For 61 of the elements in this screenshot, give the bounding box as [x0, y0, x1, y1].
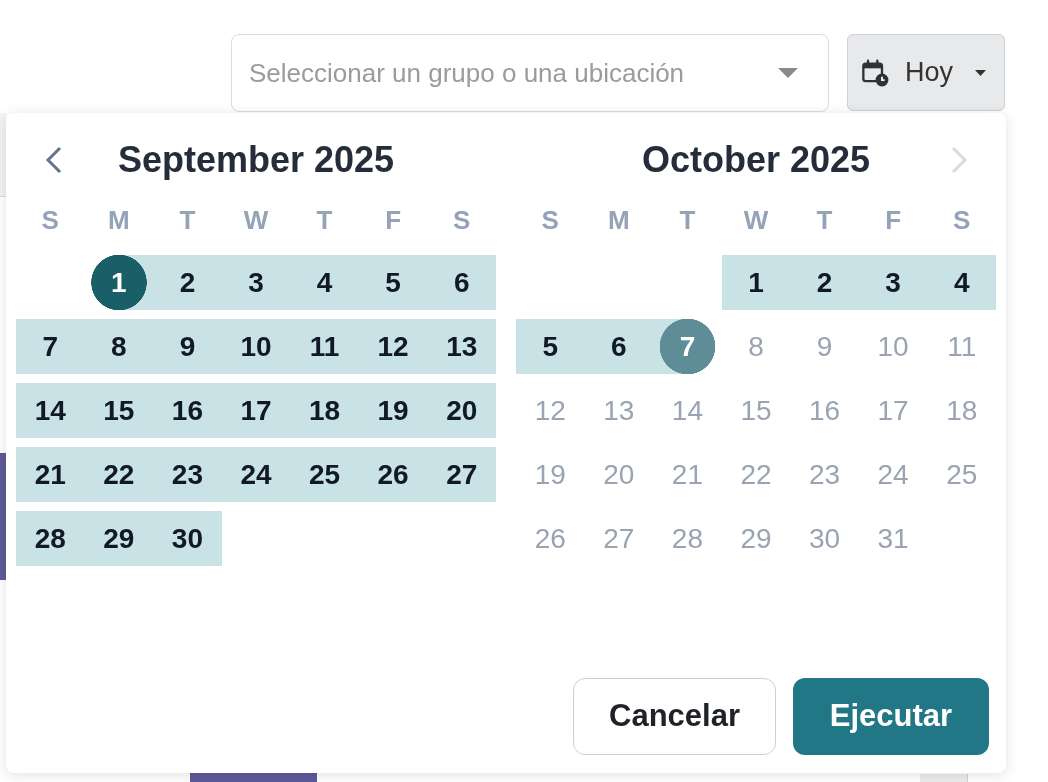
weekday-label: T — [179, 207, 196, 233]
calendar-day[interactable]: 25 — [290, 447, 359, 502]
calendar-day[interactable]: 11 — [290, 319, 359, 374]
caret-down-icon — [778, 68, 798, 78]
calendar-day[interactable]: 2 — [790, 255, 859, 310]
month-title: September 2025 — [117, 142, 395, 178]
date-range-button[interactable]: Hoy — [847, 34, 1005, 111]
weekday-label: F — [885, 207, 902, 233]
calendar-day[interactable]: 5 — [358, 255, 428, 310]
calendar-day[interactable]: 12 — [358, 319, 428, 374]
weekday-label: M — [108, 207, 130, 233]
calendar-day[interactable]: 6 — [584, 319, 654, 374]
calendar-day[interactable]: 20 — [427, 383, 496, 438]
weekday-label: T — [316, 207, 333, 233]
weekday-label: T — [816, 207, 833, 233]
calendar-day[interactable]: 30 — [153, 511, 222, 566]
calendar-day[interactable]: 3 — [858, 255, 928, 310]
calendar-day[interactable]: 4 — [927, 255, 996, 310]
calendar-day[interactable]: 27 — [427, 447, 496, 502]
apply-button[interactable]: Ejecutar — [793, 678, 989, 755]
weekday-label: F — [385, 207, 402, 233]
calendar-day[interactable]: 7 — [16, 319, 85, 374]
month-title: October 2025 — [641, 142, 871, 178]
weekday-label: M — [608, 207, 630, 233]
calendar-day[interactable]: 13 — [427, 319, 496, 374]
calendar-day[interactable]: 21 — [16, 447, 85, 502]
calendar-day[interactable]: 1 — [721, 255, 791, 310]
calendar-clock-icon — [861, 58, 889, 87]
weekday-label: S — [953, 207, 971, 233]
calendar-day[interactable]: 6 — [427, 255, 496, 310]
previous-month-button[interactable] — [45, 146, 62, 174]
calendar-day[interactable]: 28 — [16, 511, 85, 566]
weekday-label: W — [243, 207, 269, 233]
calendar-day[interactable]: 23 — [153, 447, 222, 502]
calendar-day[interactable]: 14 — [16, 383, 85, 438]
calendar-day[interactable]: 18 — [290, 383, 359, 438]
background-bar — [920, 774, 968, 782]
calendar-day[interactable]: 29 — [84, 511, 154, 566]
calendar-day[interactable]: 9 — [153, 319, 222, 374]
calendar-day[interactable]: 5 — [516, 319, 585, 374]
calendar-day[interactable]: 22 — [84, 447, 154, 502]
weekday-label: T — [679, 207, 696, 233]
cancel-button[interactable]: Cancelar — [573, 678, 776, 755]
calendar-day[interactable]: 24 — [221, 447, 291, 502]
caret-down-icon — [975, 69, 986, 76]
chevron-right-icon — [951, 146, 968, 174]
calendar-day[interactable]: 19 — [358, 383, 428, 438]
calendar-day[interactable]: 3 — [221, 255, 291, 310]
chevron-left-icon — [45, 146, 62, 174]
calendar-day[interactable]: 15 — [84, 383, 154, 438]
calendar-day[interactable]: 2 — [153, 255, 222, 310]
calendar-day[interactable]: 10 — [221, 319, 291, 374]
calendar-day[interactable]: 17 — [221, 383, 291, 438]
calendar-day[interactable]: 26 — [358, 447, 428, 502]
calendar-day[interactable]: 4 — [290, 255, 359, 310]
weekday-label: S — [453, 207, 471, 233]
calendar-day[interactable]: 8 — [84, 319, 154, 374]
weekday-label: S — [541, 207, 559, 233]
weekday-label: S — [41, 207, 59, 233]
weekday-label: W — [743, 207, 769, 233]
calendar-day[interactable]: 16 — [153, 383, 222, 438]
